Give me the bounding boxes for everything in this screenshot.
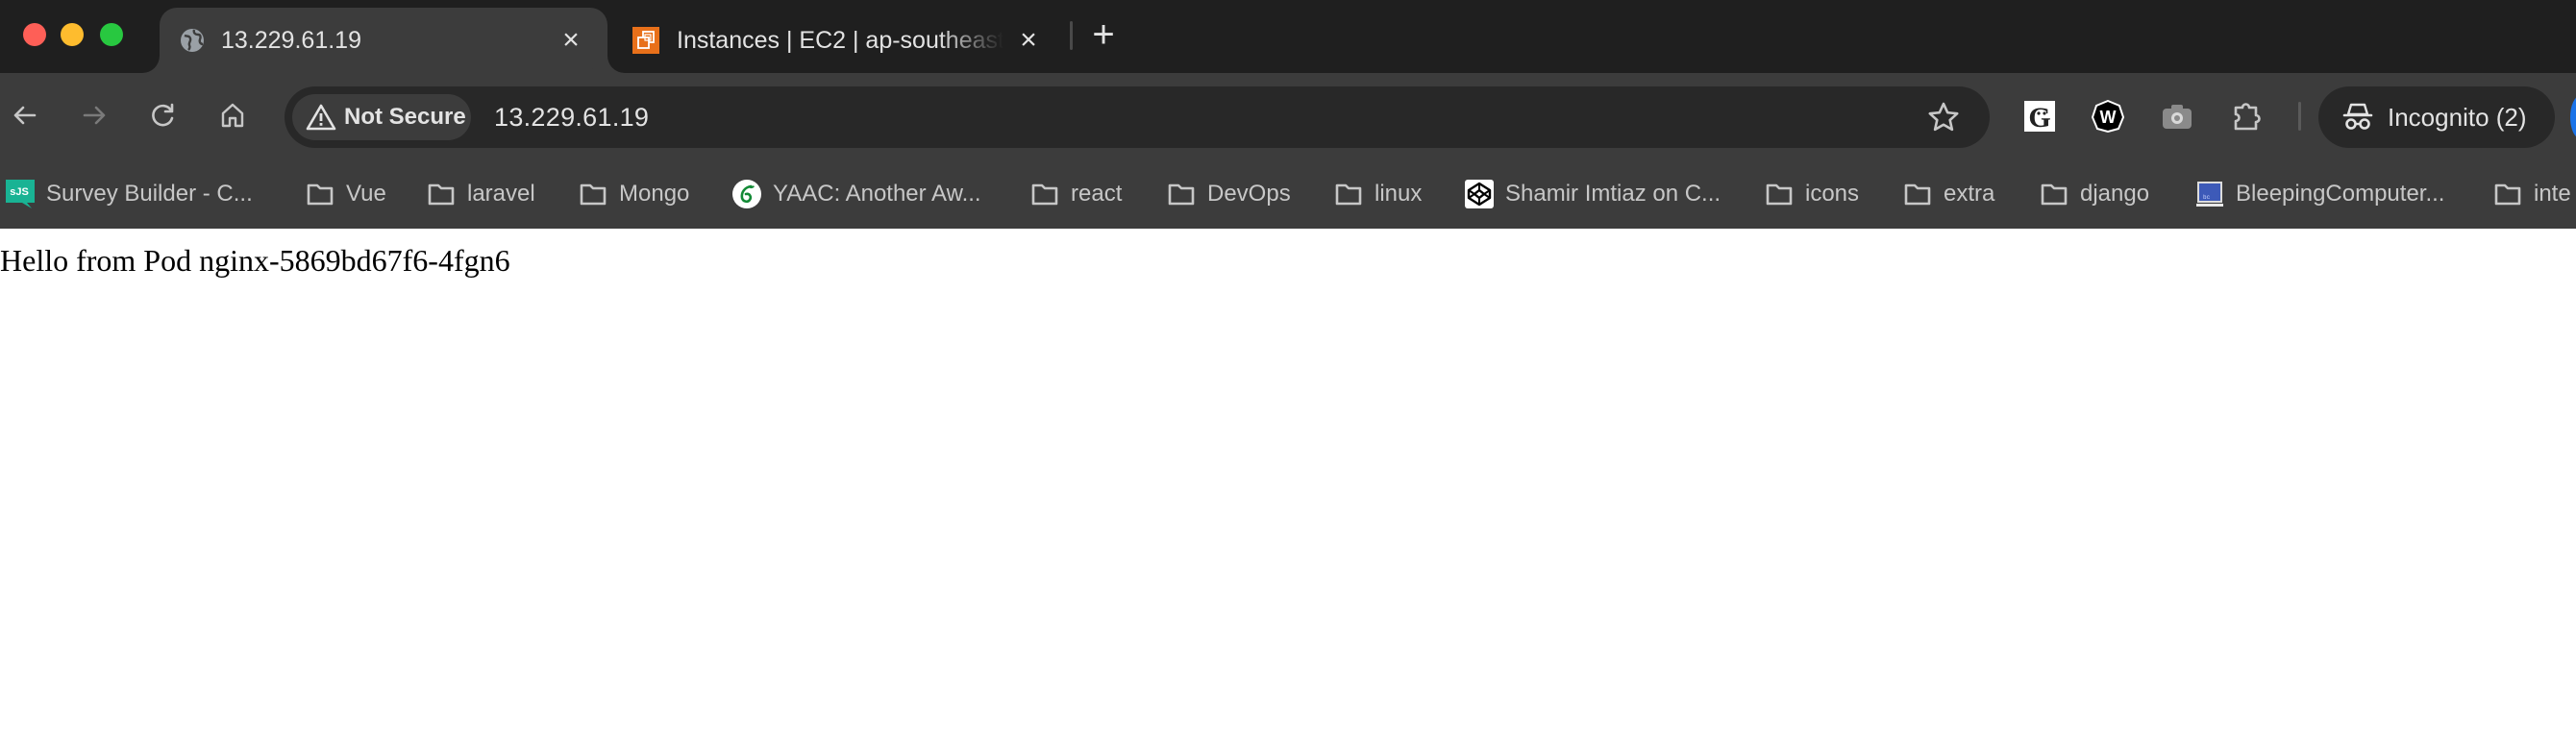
url-input[interactable]: 13.229.61.19 <box>494 86 649 148</box>
back-button[interactable] <box>6 96 44 134</box>
folder-icon <box>306 180 334 208</box>
overleaf-icon <box>732 180 761 208</box>
bookmark-folder[interactable]: inte <box>2493 159 2571 229</box>
profile-label: Incognito (2) <box>2388 102 2527 132</box>
bookmarks-bar: sJS Survey Builder - C... Vue laravel Mo… <box>0 159 2576 229</box>
bookmark-label: Shamir Imtiaz on C... <box>1505 181 1721 207</box>
svg-text:G: G <box>2028 102 2050 133</box>
bookmark-label: inte <box>2534 181 2571 207</box>
camera-extension-icon <box>2163 105 2192 129</box>
security-chip[interactable]: Not Secure <box>292 94 471 140</box>
bookmark-folder[interactable]: laravel <box>427 159 535 229</box>
home-icon <box>221 103 244 128</box>
bookmark-label: Vue <box>346 181 386 207</box>
reload-button[interactable] <box>144 96 183 134</box>
bookmark-item[interactable]: Shamir Imtiaz on C... <box>1465 159 1721 229</box>
svg-text:W: W <box>2100 108 2117 127</box>
bookmark-label: react <box>1071 181 1123 207</box>
toolbar: Not Secure 13.229.61.19 G W Incognito (2… <box>0 73 2576 159</box>
tab-close-button[interactable]: × <box>556 25 586 56</box>
bleepingcomputer-icon: bc <box>2195 180 2224 208</box>
tab-close-button[interactable]: × <box>1013 25 1044 56</box>
page-content: Hello from Pod nginx-5869bd67f6-4fgn6 <box>0 229 2576 732</box>
folder-icon <box>1334 180 1363 208</box>
codepen-icon <box>1465 180 1494 208</box>
star-icon <box>1928 102 1959 132</box>
profile-avatar[interactable] <box>2570 96 2576 138</box>
window-minimize-button[interactable] <box>61 23 84 46</box>
folder-icon <box>427 180 456 208</box>
toolbar-separator <box>2298 102 2301 131</box>
bookmark-item[interactable]: sJS Survey Builder - C... <box>6 159 253 229</box>
new-tab-button[interactable]: + <box>1086 15 1121 54</box>
window-close-button[interactable] <box>23 23 46 46</box>
folder-icon <box>1765 180 1794 208</box>
bookmark-label: DevOps <box>1207 181 1291 207</box>
address-bar[interactable]: Not Secure 13.229.61.19 <box>285 86 1990 148</box>
extensions-puzzle-icon <box>2234 103 2261 131</box>
warning-icon <box>306 104 336 131</box>
bookmark-folder[interactable]: react <box>1030 159 1122 229</box>
arrow-left-icon <box>13 106 37 125</box>
bookmark-label: linux <box>1375 181 1423 207</box>
tab-active[interactable]: 13.229.61.19 × <box>160 8 607 73</box>
folder-icon <box>1903 180 1932 208</box>
tab-separator <box>1070 21 1073 50</box>
bookmark-item[interactable]: YAAC: Another Aw... <box>732 159 981 229</box>
folder-icon <box>579 180 607 208</box>
bookmark-folder[interactable]: Vue <box>306 159 386 229</box>
bookmark-folder[interactable]: extra <box>1903 159 1994 229</box>
extensions-button[interactable] <box>2230 100 2263 133</box>
arrow-right-icon <box>83 106 106 125</box>
folder-icon <box>1167 180 1196 208</box>
bookmark-folder[interactable]: django <box>2040 159 2149 229</box>
reload-icon <box>152 103 174 127</box>
bookmark-label: BleepingComputer... <box>2236 181 2445 207</box>
window-maximize-button[interactable] <box>100 23 123 46</box>
globe-icon <box>179 27 206 54</box>
windscribe-extension-button[interactable]: W <box>2092 100 2124 133</box>
bookmark-label: django <box>2080 181 2150 207</box>
bookmark-item[interactable]: bc BleepingComputer... <box>2195 159 2444 229</box>
incognito-icon <box>2342 103 2373 130</box>
grammar-extension-icon: G <box>2024 101 2055 133</box>
bookmark-label: extra <box>1944 181 1995 207</box>
bookmark-star-button[interactable] <box>1926 100 1961 134</box>
bookmark-label: laravel <box>467 181 535 207</box>
bookmark-folder[interactable]: Mongo <box>579 159 689 229</box>
page-body-text: Hello from Pod nginx-5869bd67f6-4fgn6 <box>0 243 510 278</box>
windscribe-extension-icon: W <box>2092 100 2124 133</box>
security-label: Not Secure <box>344 104 466 130</box>
surveyjs-icon: sJS <box>6 180 35 208</box>
tab-title: Instances | EC2 | ap-southeast <box>677 27 1003 54</box>
tab-title: 13.229.61.19 <box>221 27 361 54</box>
bookmark-label: icons <box>1805 181 1860 207</box>
bookmark-label: YAAC: Another Aw... <box>773 181 981 207</box>
folder-icon <box>1030 180 1059 208</box>
svg-text:bc: bc <box>2203 194 2211 201</box>
camera-extension-button[interactable] <box>2161 100 2193 133</box>
bookmark-label: Mongo <box>619 181 690 207</box>
home-button[interactable] <box>213 96 252 134</box>
bookmark-folder[interactable]: DevOps <box>1167 159 1291 229</box>
svg-text:sJS: sJS <box>10 186 29 198</box>
bookmark-label: Survey Builder - C... <box>46 181 253 207</box>
folder-icon <box>2493 180 2522 208</box>
aws-ec2-icon <box>632 27 659 54</box>
folder-icon <box>2040 180 2068 208</box>
forward-button[interactable] <box>75 96 113 134</box>
bookmark-folder[interactable]: icons <box>1765 159 1859 229</box>
tab-inactive[interactable]: Instances | EC2 | ap-southeast × <box>615 8 1057 73</box>
bookmark-folder[interactable]: linux <box>1334 159 1422 229</box>
incognito-profile-button[interactable]: Incognito (2) <box>2318 86 2555 148</box>
grammar-extension-button[interactable]: G <box>2023 100 2056 133</box>
tab-strip: 13.229.61.19 × Instances | EC2 | ap-sout… <box>0 0 2576 73</box>
